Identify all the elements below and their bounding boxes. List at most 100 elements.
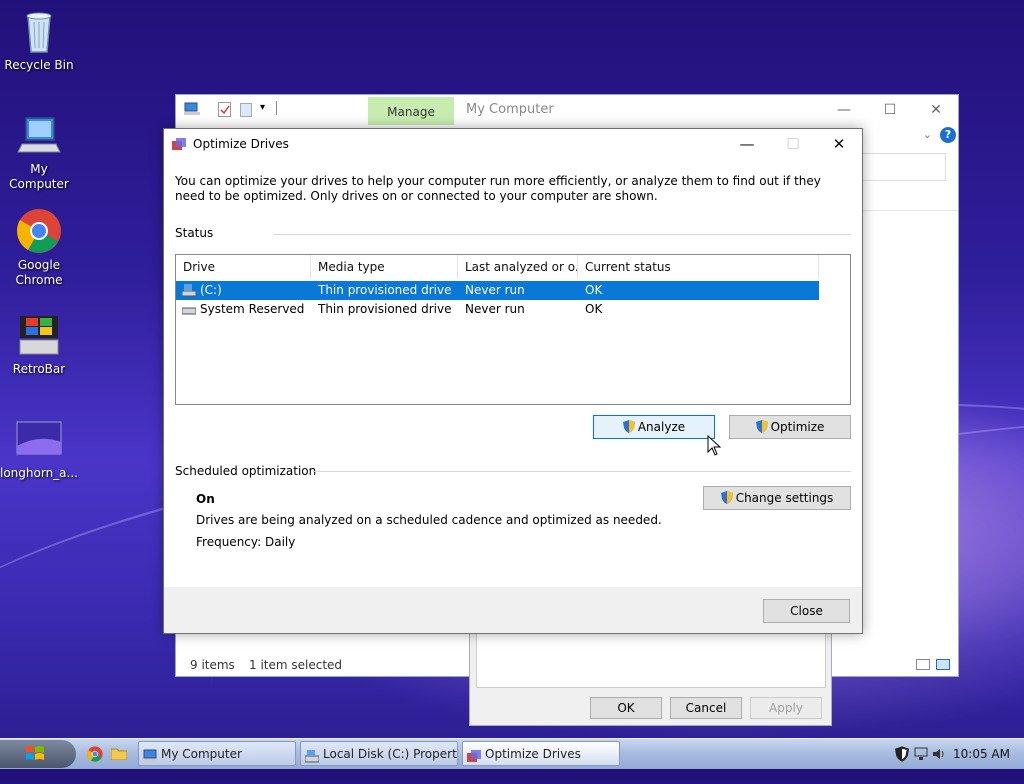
- volume-tray-icon[interactable]: [932, 747, 946, 761]
- schedule-description: Drives are being analyzed on a scheduled…: [196, 513, 662, 527]
- minimize-icon[interactable]: —: [724, 133, 770, 155]
- drive-icon: [181, 304, 197, 316]
- desktop-icon-label: Recycle Bin: [4, 58, 74, 72]
- computer-icon: [143, 747, 157, 762]
- optimize-drives-dialog[interactable]: Optimize Drives — ☐ ✕ You can optimize y…: [163, 128, 863, 634]
- schedule-frequency: Frequency: Daily: [196, 535, 296, 549]
- optimize-button[interactable]: Optimize: [729, 415, 851, 439]
- cancel-button[interactable]: Cancel: [670, 697, 742, 719]
- computer-icon: [16, 112, 62, 158]
- desktop-icon-longhorn-image[interactable]: longhorn_a...: [0, 416, 78, 481]
- image-file-icon: [16, 416, 62, 462]
- mouse-cursor-icon: [707, 435, 721, 456]
- close-icon[interactable]: ✕: [914, 98, 958, 122]
- schedule-state: On: [196, 492, 215, 506]
- change-settings-label: Change settings: [735, 491, 834, 505]
- new-folder-qat-icon[interactable]: [240, 103, 252, 117]
- taskbar: My Computer Local Disk (C:) Properti... …: [0, 738, 1024, 769]
- taskbar-button-optimize-drives[interactable]: Optimize Drives: [462, 741, 620, 766]
- column-last-analyzed[interactable]: Last analyzed or o...: [458, 255, 578, 279]
- desktop-icon-label: My Computer: [9, 162, 69, 191]
- qat-separator: [276, 101, 277, 115]
- local-disk-properties-window[interactable]: OK Cancel Apply: [469, 632, 832, 726]
- start-button[interactable]: [0, 740, 76, 768]
- drive-media-type: Thin provisioned drive: [318, 283, 452, 297]
- dialog-footer: Close: [164, 587, 862, 633]
- change-settings-button[interactable]: Change settings: [703, 486, 851, 510]
- drive-icon: [304, 747, 320, 763]
- drive-name: (C:): [200, 283, 222, 297]
- taskbar-button-label: Local Disk (C:) Properti...: [323, 747, 458, 761]
- scheduled-separator: [313, 471, 851, 472]
- taskbar-button-label: Optimize Drives: [485, 747, 581, 761]
- details-view-icon[interactable]: [916, 659, 930, 670]
- chrome-quicklaunch-icon[interactable]: [87, 746, 103, 762]
- drive-name: System Reserved: [200, 302, 305, 316]
- drive-status: OK: [585, 302, 603, 316]
- search-box[interactable]: [856, 153, 946, 181]
- dialog-description: You can optimize your drives to help you…: [175, 174, 821, 203]
- drive-media-type: Thin provisioned drive: [318, 302, 452, 316]
- column-drive[interactable]: Drive: [176, 255, 311, 279]
- desktop-icon-google-chrome[interactable]: Google Chrome: [0, 208, 78, 288]
- properties-tab-panel: [476, 633, 826, 688]
- status-selected-count: 1 item selected: [249, 658, 343, 672]
- analyze-label: Analyze: [637, 420, 686, 434]
- chevron-down-icon[interactable]: ▾: [260, 102, 265, 113]
- drives-list-header: Drive Media type Last analyzed or o... C…: [176, 255, 819, 279]
- defrag-icon: [467, 747, 481, 762]
- folder-quicklaunch-icon[interactable]: [110, 747, 128, 761]
- ok-button[interactable]: OK: [590, 697, 662, 719]
- status-item-count: 9 items: [190, 658, 235, 672]
- status-separator: [273, 234, 851, 235]
- close-icon[interactable]: ✕: [816, 133, 862, 155]
- retrobar-icon: [16, 312, 62, 358]
- drive-icon: [181, 283, 197, 297]
- windows-logo-icon: [26, 746, 44, 760]
- drive-row-c[interactable]: (C:) Thin provisioned drive Never run OK: [176, 281, 819, 300]
- maximize-icon[interactable]: ☐: [770, 133, 816, 155]
- recycle-bin-icon: [16, 8, 62, 54]
- taskbar-button-label: My Computer: [161, 747, 242, 761]
- tab-manage[interactable]: Manage: [368, 97, 454, 125]
- scheduled-section-label: Scheduled optimization: [175, 464, 317, 478]
- defrag-icon: [172, 138, 186, 151]
- help-icon[interactable]: ?: [940, 127, 956, 143]
- large-icons-view-icon[interactable]: [936, 659, 950, 670]
- drive-status: OK: [585, 283, 603, 297]
- desktop-icon-retrobar[interactable]: RetroBar: [0, 312, 78, 377]
- chrome-icon: [16, 208, 62, 254]
- dialog-title: Optimize Drives: [193, 137, 289, 151]
- clock[interactable]: 10:05 AM: [953, 739, 1010, 769]
- uac-shield-icon: [720, 491, 733, 504]
- uac-shield-icon: [755, 420, 768, 433]
- taskbar-button-local-disk-properties[interactable]: Local Disk (C:) Properti...: [300, 741, 458, 766]
- status-section-label: Status: [175, 226, 214, 240]
- properties-qat-icon[interactable]: [218, 102, 231, 117]
- explorer-divider: [862, 210, 958, 211]
- uac-shield-icon: [622, 420, 635, 433]
- drives-list[interactable]: Drive Media type Last analyzed or o... C…: [175, 254, 851, 405]
- security-shield-tray-icon[interactable]: [895, 746, 909, 762]
- minimize-icon[interactable]: —: [822, 98, 866, 122]
- computer-small-icon: [184, 102, 200, 116]
- explorer-titlebar[interactable]: ▾ Manage My Computer — ☐ ✕: [176, 95, 958, 125]
- desktop-icon-label: longhorn_a...: [0, 466, 78, 480]
- column-media-type[interactable]: Media type: [311, 255, 458, 279]
- explorer-title: My Computer: [466, 102, 554, 117]
- column-current-status[interactable]: Current status: [578, 255, 819, 279]
- apply-button[interactable]: Apply: [750, 697, 822, 719]
- drive-last-analyzed: Never run: [465, 283, 525, 297]
- maximize-icon[interactable]: ☐: [868, 98, 912, 122]
- drive-last-analyzed: Never run: [465, 302, 525, 316]
- drive-row-system-reserved[interactable]: System Reserved Thin provisioned drive N…: [176, 300, 819, 319]
- desktop-icon-recycle-bin[interactable]: Recycle Bin: [0, 8, 78, 73]
- network-tray-icon[interactable]: [914, 747, 928, 761]
- desktop-icon-my-computer[interactable]: My Computer: [0, 112, 78, 192]
- taskbar-button-my-computer[interactable]: My Computer: [138, 741, 296, 766]
- desktop-icon-label: Google Chrome: [15, 258, 63, 287]
- close-button[interactable]: Close: [763, 599, 850, 623]
- optimize-label: Optimize: [770, 420, 825, 434]
- chevron-down-icon[interactable]: ⌄: [923, 128, 932, 141]
- analyze-button[interactable]: Analyze: [593, 415, 715, 439]
